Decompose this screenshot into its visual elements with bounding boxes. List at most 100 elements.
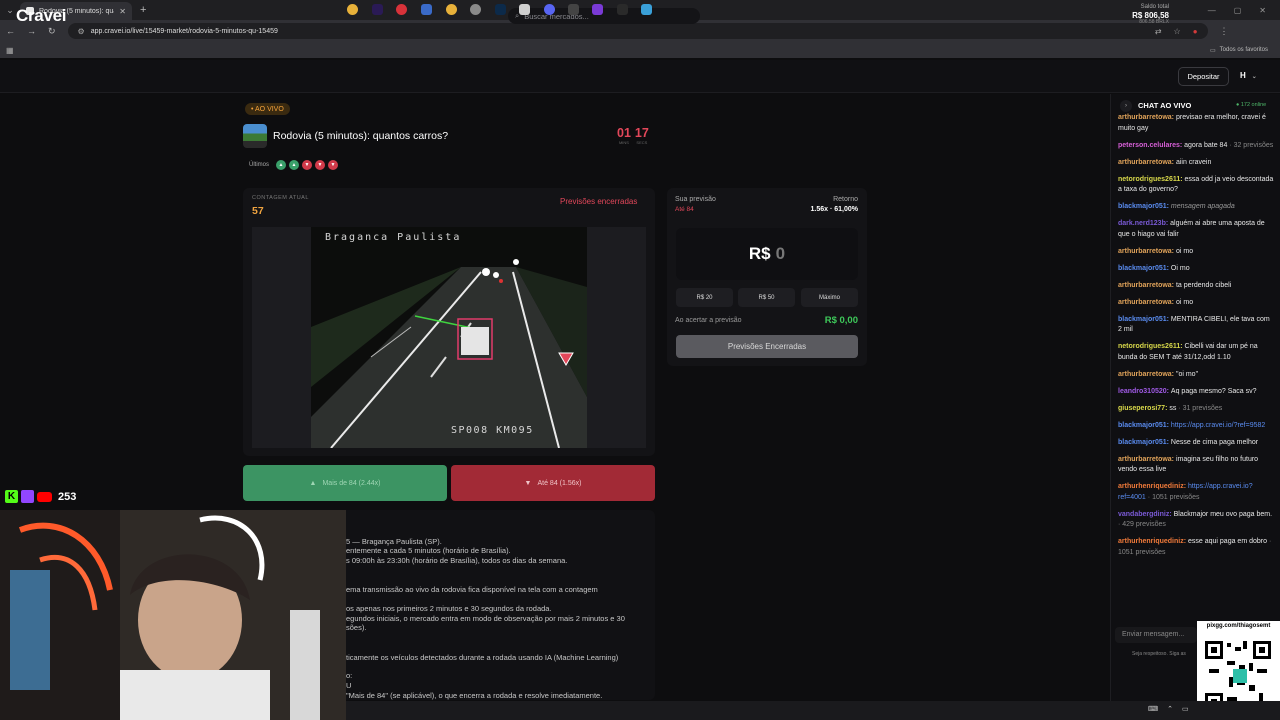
- viewer-counter: K 253: [5, 490, 76, 503]
- discord-taskbar-icon[interactable]: [544, 4, 555, 15]
- chat-text: Aq paga mesmo? Saca sv?: [1170, 387, 1257, 395]
- new-tab-plus-icon[interactable]: +: [140, 4, 146, 16]
- predict-over-button[interactable]: ▲ Mais de 84 (2.44x): [243, 465, 447, 501]
- chat-username[interactable]: peterson.celulares:: [1118, 142, 1184, 149]
- deposit-button[interactable]: Depositar: [1178, 67, 1229, 86]
- keyboard-icon[interactable]: ⌨: [1148, 705, 1158, 713]
- chevron-down-icon: ⌄: [1251, 74, 1257, 80]
- result-up-icon: ▲: [289, 160, 300, 170]
- chevron-up-icon[interactable]: ⌃: [1167, 705, 1173, 713]
- chat-message: netorodrigues2611: essa odd ja veio desc…: [1118, 175, 1274, 196]
- url-bar[interactable]: ⚙ app.cravei.io/live/15459-market/rodovi…: [67, 23, 1208, 39]
- chat-footer-note: Seja respeitoso. Siga as: [1132, 651, 1186, 657]
- app-taskbar-icon[interactable]: [470, 4, 481, 15]
- chat-username[interactable]: arthurhenriquediniz:: [1118, 483, 1188, 490]
- chat-username[interactable]: vandabergdiniz:: [1118, 511, 1174, 518]
- close-tab-icon[interactable]: ✕: [119, 7, 126, 16]
- return-value: 1.56x · 61,00%: [810, 206, 858, 213]
- chat-username[interactable]: giuseperosi77:: [1118, 405, 1169, 412]
- chat-message: blackmajor051: https://app.cravei.io/?re…: [1118, 421, 1274, 432]
- amount-input[interactable]: R$ 0: [676, 228, 858, 280]
- cravei-logo[interactable]: Cravei: [16, 6, 66, 26]
- predictions-closed-button[interactable]: Previsões Encerradas: [676, 335, 858, 358]
- chat-username[interactable]: arthurbarretowa:: [1118, 299, 1176, 306]
- quick-amount-max-button[interactable]: Máximo: [801, 288, 858, 307]
- app-taskbar-icon[interactable]: [617, 4, 628, 15]
- live-video[interactable]: Braganca Paulista SP008 KM095: [252, 227, 646, 448]
- description-line: ticamente os veículos detectados durante…: [346, 653, 619, 662]
- quick-amount-20-button[interactable]: R$ 20: [676, 288, 733, 307]
- photoshop-taskbar-icon[interactable]: [495, 4, 506, 15]
- chat-username[interactable]: arthurbarretowa:: [1118, 248, 1176, 255]
- chat-username[interactable]: blackmajor051:: [1118, 422, 1171, 429]
- chat-username[interactable]: arthurbarretowa:: [1118, 159, 1176, 166]
- chat-meta: · 32 previsões: [1227, 141, 1274, 149]
- description-line: s 09:00h às 23:30h (horário de Brasília)…: [346, 556, 568, 565]
- extension-icon[interactable]: ●: [1193, 27, 1198, 36]
- minimize-window-icon[interactable]: —: [1208, 6, 1216, 15]
- translate-icon[interactable]: ⇄: [1155, 27, 1162, 36]
- app-taskbar-icon[interactable]: [396, 4, 407, 15]
- chat-username[interactable]: blackmajor051:: [1118, 265, 1171, 272]
- chat-username[interactable]: arthurbarretowa:: [1118, 456, 1176, 463]
- premiere-taskbar-icon[interactable]: [372, 4, 383, 15]
- apps-grid-icon[interactable]: ▦: [6, 46, 14, 55]
- site-info-icon[interactable]: ⚙: [78, 27, 85, 36]
- chat-username[interactable]: blackmajor051:: [1118, 316, 1171, 323]
- chat-username[interactable]: blackmajor051:: [1118, 439, 1171, 446]
- chrome-taskbar-icon[interactable]: [347, 4, 358, 15]
- chat-meta: · 31 previsões: [1176, 404, 1223, 412]
- browser-menu-icon[interactable]: ⋮: [1220, 26, 1229, 37]
- app-taskbar-icon[interactable]: [641, 4, 652, 15]
- live-badge: • AO VIVO: [245, 103, 290, 115]
- network-icon[interactable]: ▭: [1182, 705, 1189, 713]
- system-tray: ⌨ ⌃ ▭: [1148, 705, 1189, 713]
- search-input[interactable]: ⌕ Buscar mercados...: [508, 8, 700, 24]
- predict-under-button[interactable]: ▼ Até 84 (1.56x): [451, 465, 655, 501]
- app-taskbar-icon[interactable]: [421, 4, 432, 15]
- chat-username[interactable]: netorodrigues2611:: [1118, 343, 1185, 350]
- quick-amount-50-button[interactable]: R$ 50: [738, 288, 795, 307]
- chrome-taskbar-icon[interactable]: [446, 4, 457, 15]
- chat-username[interactable]: dark.nerd123b:: [1118, 220, 1170, 227]
- current-count-value: 57: [252, 205, 264, 217]
- predict-under-label: Até 84 (1.56x): [537, 479, 582, 487]
- viewer-count: 253: [58, 490, 77, 503]
- chat-username[interactable]: blackmajor051:: [1118, 203, 1171, 210]
- user-menu[interactable]: H ⌄: [1240, 71, 1257, 80]
- chat-collapse-chevron-icon[interactable]: ›: [1120, 100, 1132, 112]
- reload-icon[interactable]: ↻: [48, 26, 56, 37]
- chat-message: arthurhenriquediniz: https://app.cravei.…: [1118, 482, 1274, 503]
- chat-username[interactable]: arthurbarretowa:: [1118, 282, 1176, 289]
- result-down-icon: ▼: [328, 160, 339, 170]
- market-thumbnail: [243, 124, 267, 148]
- chat-messages[interactable]: arthurbarretowa: previsao era melhor, cr…: [1118, 113, 1274, 613]
- chat-text: oi mo: [1175, 298, 1194, 306]
- maximize-window-icon[interactable]: ▢: [1234, 6, 1242, 15]
- close-window-icon[interactable]: ✕: [1259, 6, 1266, 15]
- bookmark-star-icon[interactable]: ☆: [1174, 27, 1181, 36]
- chat-username[interactable]: arthurbarretowa:: [1118, 114, 1176, 121]
- chat-link[interactable]: https://app.cravei.io/?ref=9582: [1171, 422, 1265, 429]
- timer-seconds: 17: [634, 126, 649, 140]
- chat-username[interactable]: leandro310520:: [1118, 388, 1171, 395]
- chat-message: arthurbarretowa: aiin cravein: [1118, 158, 1274, 169]
- chat-username[interactable]: arthurbarretowa:: [1118, 371, 1176, 378]
- description-line: 5 — Bragança Paulista (SP).: [346, 537, 442, 546]
- predictions-closed-label: Previsões encerradas: [560, 197, 638, 206]
- balance-display: Saldo total R$ 806,58 806.58 BRLX: [1115, 4, 1169, 26]
- chat-username[interactable]: netorodrigues2611:: [1118, 176, 1185, 183]
- forward-arrow-icon[interactable]: →: [27, 26, 36, 36]
- app-taskbar-icon[interactable]: [592, 4, 603, 15]
- search-placeholder: Buscar mercados...: [524, 11, 589, 21]
- chat-message: arthurhenriquediniz: esse aqui paga em d…: [1118, 537, 1274, 558]
- back-arrow-icon[interactable]: ←: [6, 26, 15, 36]
- online-count: ● 172 online: [1236, 102, 1267, 108]
- chat-text: esse aqui paga em dobro: [1188, 538, 1267, 545]
- app-taskbar-icon[interactable]: [568, 4, 579, 15]
- if-correct-value: R$ 0,00: [824, 315, 858, 326]
- app-taskbar-icon[interactable]: [519, 4, 530, 15]
- chat-message-input[interactable]: Enviar mensagem...: [1115, 627, 1197, 643]
- chat-username[interactable]: arthurhenriquediniz:: [1118, 538, 1188, 545]
- all-bookmarks-button[interactable]: ▭ Todos os favoritos: [1210, 47, 1274, 54]
